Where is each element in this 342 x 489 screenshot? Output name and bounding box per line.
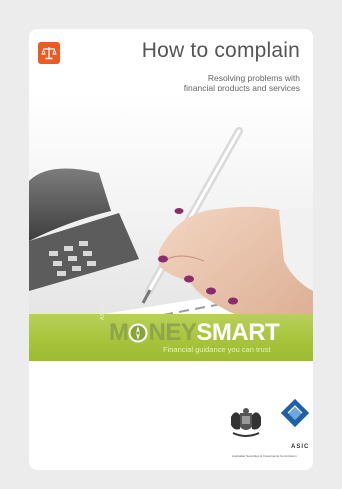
compass-icon — [128, 323, 148, 343]
brand-name-m: M — [109, 319, 129, 346]
asic-full-name: Australian Securities & Investments Comm… — [232, 454, 297, 458]
subtitle-line-1: Resolving problems with — [207, 73, 300, 83]
document-subtitle: Resolving problems with financial produc… — [184, 73, 300, 93]
brand-prefix: ASIC's — [100, 304, 106, 320]
asic-diamond-icon — [281, 399, 309, 427]
document-title: How to complain — [141, 39, 300, 62]
asic-label: ASIC — [291, 444, 310, 450]
brand-name-smart: SMART — [196, 319, 280, 346]
brochure-cover: How to complain Resolving problems with … — [29, 29, 313, 470]
brand-name-ney: NEY — [148, 319, 197, 346]
brand-tagline: Financial guidance you can trust — [163, 345, 271, 354]
moneysmart-banner: ASIC's M NEYSMART Financial guidance you … — [29, 305, 313, 361]
government-logos: ASIC Australian Securities & Investments… — [229, 399, 309, 469]
scales-icon — [38, 42, 60, 64]
coat-of-arms-icon — [231, 408, 261, 437]
cover-photo — [29, 91, 313, 341]
